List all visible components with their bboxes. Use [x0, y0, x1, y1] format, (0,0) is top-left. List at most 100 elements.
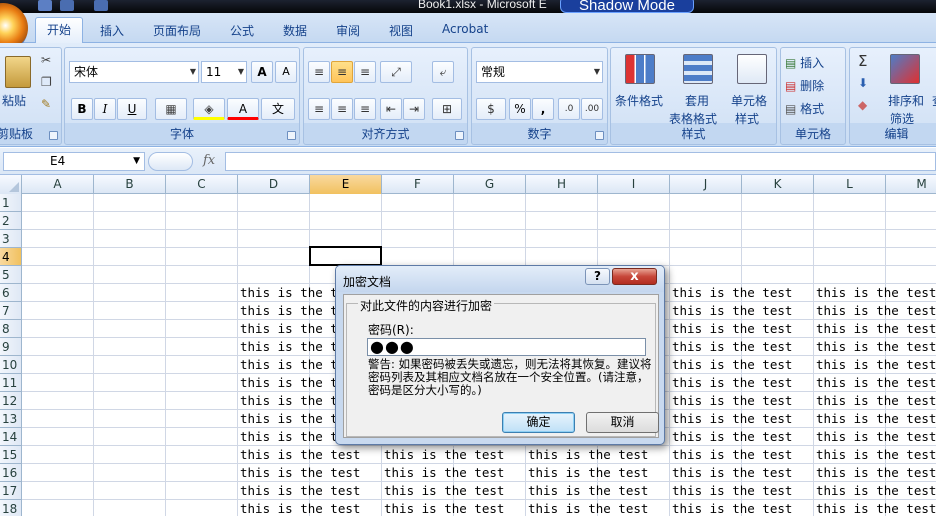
- cell-text[interactable]: this is the test: [816, 428, 936, 446]
- percent-button[interactable]: %: [509, 98, 531, 120]
- paste-icon[interactable]: [5, 56, 31, 88]
- column-header-h[interactable]: H: [526, 175, 598, 194]
- cell-text[interactable]: this is the test: [816, 410, 936, 428]
- font-color-button[interactable]: A: [227, 98, 259, 120]
- cell-text[interactable]: this is the test: [672, 446, 792, 464]
- cell-styles-icon[interactable]: [737, 54, 767, 84]
- align-center-button[interactable]: ≡: [331, 98, 353, 120]
- cell-text[interactable]: this is the test: [240, 446, 360, 464]
- tab-acrobat[interactable]: Acrobat: [442, 22, 488, 36]
- row-header-2[interactable]: 2: [0, 212, 22, 230]
- cut-icon[interactable]: ✂: [41, 53, 51, 67]
- conditional-format-button[interactable]: 条件格式: [615, 92, 663, 109]
- cell-text[interactable]: this is the test: [240, 464, 360, 482]
- password-input[interactable]: ●●●: [367, 338, 646, 356]
- cell-text[interactable]: this is the test: [672, 374, 792, 392]
- increase-indent-button[interactable]: ⇥: [403, 98, 425, 120]
- tab-data[interactable]: 数据: [283, 22, 307, 39]
- cell-text[interactable]: this is the test: [240, 500, 360, 516]
- column-header-l[interactable]: L: [814, 175, 886, 194]
- row-header-9[interactable]: 9: [0, 338, 22, 356]
- cell-text[interactable]: this is the test: [672, 482, 792, 500]
- column-header-j[interactable]: J: [670, 175, 742, 194]
- clear-icon[interactable]: ◆: [858, 98, 867, 112]
- bold-button[interactable]: B: [71, 98, 93, 120]
- cell-text[interactable]: this is the test: [672, 284, 792, 302]
- underline-button[interactable]: U: [117, 98, 147, 120]
- italic-button[interactable]: I: [94, 98, 116, 120]
- undo-icon[interactable]: [60, 0, 74, 11]
- fill-color-button[interactable]: ◈: [193, 98, 225, 120]
- autosum-icon[interactable]: Σ: [858, 52, 867, 70]
- find-select-line1[interactable]: 查: [932, 92, 936, 109]
- row-header-10[interactable]: 10: [0, 356, 22, 374]
- column-header-d[interactable]: D: [238, 175, 310, 194]
- format-as-table-icon[interactable]: [683, 54, 713, 84]
- fill-icon[interactable]: ⬇: [858, 76, 868, 90]
- cell-text[interactable]: this is the test: [384, 500, 504, 516]
- ok-button[interactable]: 确定: [502, 412, 575, 433]
- align-right-button[interactable]: ≡: [354, 98, 376, 120]
- orientation-button[interactable]: ⤢: [380, 61, 412, 83]
- cell-text[interactable]: this is the test: [816, 374, 936, 392]
- format-as-table-line1[interactable]: 套用: [685, 92, 709, 109]
- row-header-3[interactable]: 3: [0, 230, 22, 248]
- increase-decimal-button[interactable]: .0: [558, 98, 580, 120]
- merge-center-button[interactable]: ⊞: [432, 98, 462, 120]
- font-launcher-icon[interactable]: [287, 131, 296, 140]
- cell-text[interactable]: this is the test: [672, 302, 792, 320]
- column-header-c[interactable]: C: [166, 175, 238, 194]
- row-header-18[interactable]: 18: [0, 500, 22, 516]
- cell-text[interactable]: this is the test: [816, 464, 936, 482]
- insert-function-icon[interactable]: fx: [203, 153, 215, 168]
- cell-text[interactable]: this is the test: [528, 500, 648, 516]
- row-header-15[interactable]: 15: [0, 446, 22, 464]
- tab-page-layout[interactable]: 页面布局: [153, 22, 201, 39]
- close-button[interactable]: x: [612, 268, 657, 285]
- paste-button[interactable]: 粘贴: [2, 92, 26, 109]
- column-header-a[interactable]: A: [22, 175, 94, 194]
- cell-text[interactable]: this is the test: [672, 500, 792, 516]
- align-left-button[interactable]: ≡: [308, 98, 330, 120]
- save-icon[interactable]: [38, 0, 52, 11]
- font-size-combo[interactable]: 11 ▼: [201, 61, 247, 83]
- insert-cells-button[interactable]: ▤ 插入: [785, 54, 824, 71]
- font-name-combo[interactable]: 宋体 ▼: [69, 61, 199, 83]
- clipboard-launcher-icon[interactable]: [49, 131, 58, 140]
- cell-styles-line1[interactable]: 单元格: [731, 92, 767, 109]
- row-header-13[interactable]: 13: [0, 410, 22, 428]
- cell-text[interactable]: this is the test: [816, 320, 936, 338]
- column-header-i[interactable]: I: [598, 175, 670, 194]
- cell-text[interactable]: this is the test: [816, 500, 936, 516]
- comma-button[interactable]: ,: [532, 98, 554, 120]
- select-all-button[interactable]: [0, 175, 22, 194]
- grow-font-button[interactable]: A: [251, 61, 273, 83]
- cell-text[interactable]: this is the test: [240, 482, 360, 500]
- cell-text[interactable]: this is the test: [528, 446, 648, 464]
- decrease-indent-button[interactable]: ⇤: [380, 98, 402, 120]
- cell-text[interactable]: this is the test: [384, 464, 504, 482]
- tab-formulas[interactable]: 公式: [230, 22, 254, 39]
- column-header-k[interactable]: K: [742, 175, 814, 194]
- sort-filter-icon[interactable]: [890, 54, 920, 84]
- redo-icon[interactable]: [94, 0, 108, 11]
- copy-icon[interactable]: ❐: [41, 75, 52, 89]
- conditional-format-icon[interactable]: [625, 54, 655, 84]
- formula-bar-splitter[interactable]: [148, 152, 193, 171]
- align-top-button[interactable]: ≡: [308, 61, 330, 83]
- cell-text[interactable]: this is the test: [672, 356, 792, 374]
- cell-text[interactable]: this is the test: [384, 482, 504, 500]
- cell-text[interactable]: this is the test: [672, 428, 792, 446]
- row-header-12[interactable]: 12: [0, 392, 22, 410]
- row-header-8[interactable]: 8: [0, 320, 22, 338]
- format-cells-button[interactable]: ▤ 格式: [785, 100, 824, 117]
- row-header-4[interactable]: 4: [0, 248, 22, 266]
- sort-filter-line1[interactable]: 排序和: [888, 92, 924, 109]
- align-bottom-button[interactable]: ≡: [354, 61, 376, 83]
- cell-text[interactable]: this is the test: [816, 338, 936, 356]
- tab-home[interactable]: 开始: [35, 17, 83, 44]
- active-cell-highlight[interactable]: [309, 246, 382, 266]
- tab-insert[interactable]: 插入: [100, 22, 124, 39]
- number-format-combo[interactable]: 常规 ▼: [476, 61, 603, 83]
- accounting-format-button[interactable]: $: [476, 98, 506, 120]
